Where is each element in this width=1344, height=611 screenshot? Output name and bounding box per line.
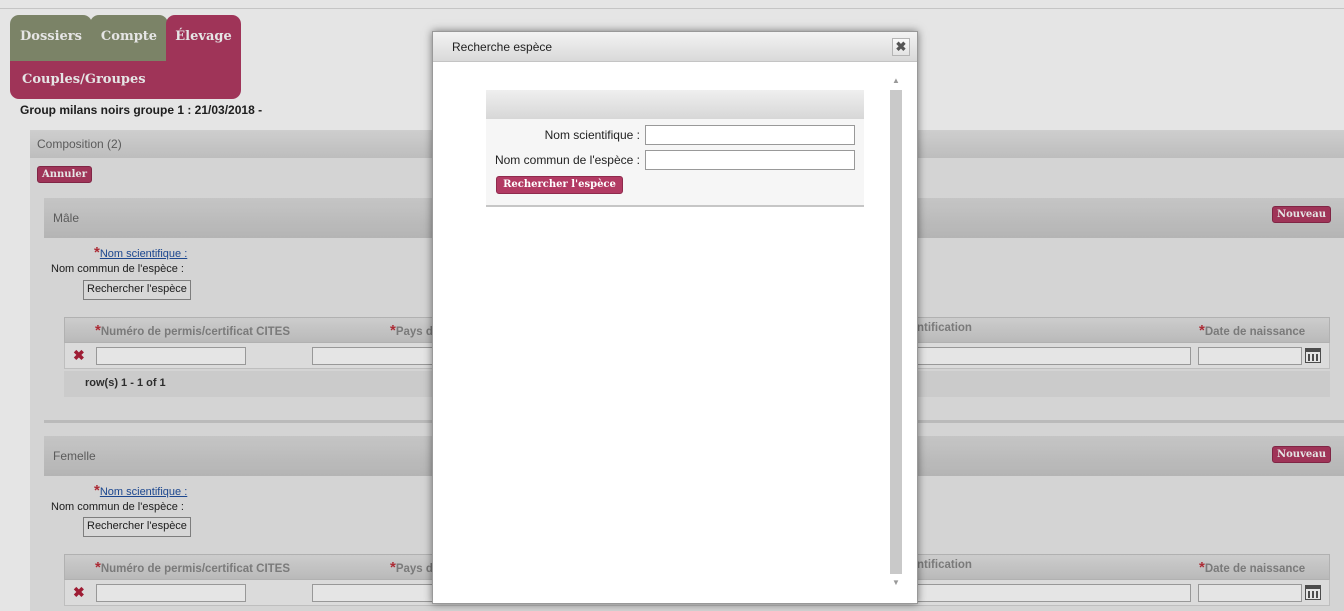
scroll-down-icon[interactable]: ▼ [889,576,903,590]
species-search-dialog: Recherche espèce ✖ Nom scientifique : No… [432,31,918,604]
search-species-button[interactable]: Rechercher l'espèce [496,176,623,194]
close-icon[interactable]: ✖ [892,38,910,56]
sci-name-input[interactable] [645,125,855,145]
common-name-input[interactable] [645,150,855,170]
sci-name-label: Nom scientifique : [544,128,640,142]
dialog-title: Recherche espèce [452,40,553,54]
dialog-titlebar: Recherche espèce ✖ [433,32,917,62]
species-search-form: Nom scientifique : Nom commun de l'espèc… [486,90,864,207]
scroll-thumb[interactable] [890,90,902,574]
scroll-up-icon[interactable]: ▲ [889,74,903,88]
form-header [486,90,864,119]
dialog-scrollbar[interactable]: ▲ ▼ [889,74,903,590]
common-name-label: Nom commun de l'espèce : [494,153,640,167]
